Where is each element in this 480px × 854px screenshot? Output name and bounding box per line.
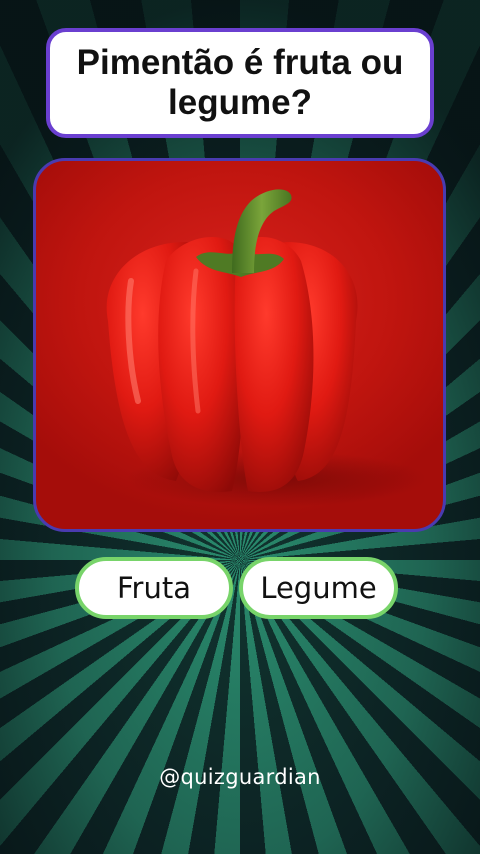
answer-fruta-button[interactable]: Fruta bbox=[75, 557, 233, 619]
question-image bbox=[33, 158, 446, 532]
question-text: Pimentão é fruta ou legume? bbox=[76, 43, 404, 122]
red-bell-pepper-image bbox=[106, 189, 426, 507]
creator-handle: @quizguardian bbox=[159, 765, 321, 789]
answer-legume-button[interactable]: Legume bbox=[239, 557, 398, 619]
pepper-lobe-center-right bbox=[234, 237, 314, 492]
question-card: Pimentão é fruta ou legume? bbox=[46, 28, 434, 138]
quiz-screen: Pimentão é fruta ou legume? Fruta Legume… bbox=[0, 0, 480, 854]
